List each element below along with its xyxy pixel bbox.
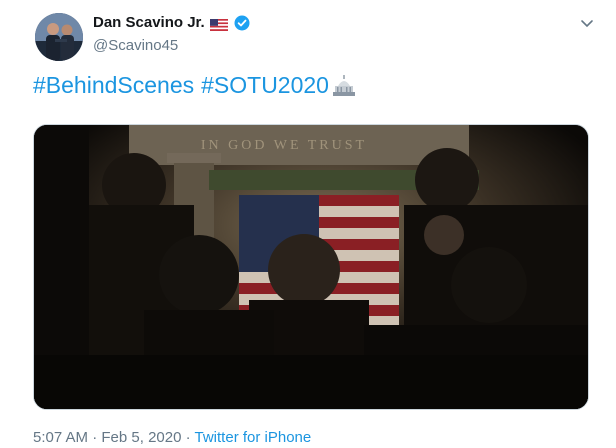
author-display-name[interactable]: Dan Scavino Jr.: [93, 13, 205, 33]
tweet-source-link[interactable]: Twitter for iPhone: [195, 429, 312, 446]
meta-separator: ·: [88, 429, 102, 446]
tweet-time[interactable]: 5:07 AM: [33, 429, 88, 446]
avatar-photo: [35, 13, 83, 61]
avatar[interactable]: [35, 13, 83, 61]
verified-badge-icon: [234, 15, 250, 31]
tweet-date[interactable]: Feb 5, 2020: [101, 429, 181, 446]
hashtag-link[interactable]: #BehindScenes: [33, 71, 194, 99]
author-handle[interactable]: @Scavino45: [93, 36, 178, 56]
tweet-photo[interactable]: IN GOD WE TRUST: [33, 124, 589, 410]
tweet-text: #BehindScenes #SOTU2020: [33, 71, 357, 99]
hashtag-link[interactable]: #SOTU2020: [201, 71, 329, 99]
us-flag-icon: [209, 17, 228, 31]
tweet-meta: 5:07 AM · Feb 5, 2020 · Twitter for iPho…: [33, 428, 311, 448]
capitol-building-icon: [331, 73, 357, 97]
state-of-union-photo: IN GOD WE TRUST: [34, 125, 588, 409]
chevron-down-icon[interactable]: [580, 16, 594, 28]
engraving-text: IN GOD WE TRUST: [201, 138, 367, 153]
author-name-row[interactable]: Dan Scavino Jr.: [93, 13, 250, 33]
meta-separator: ·: [181, 429, 195, 446]
tweet-card: Dan Scavino Jr. @Scavino45 #BehindScenes…: [0, 0, 616, 448]
